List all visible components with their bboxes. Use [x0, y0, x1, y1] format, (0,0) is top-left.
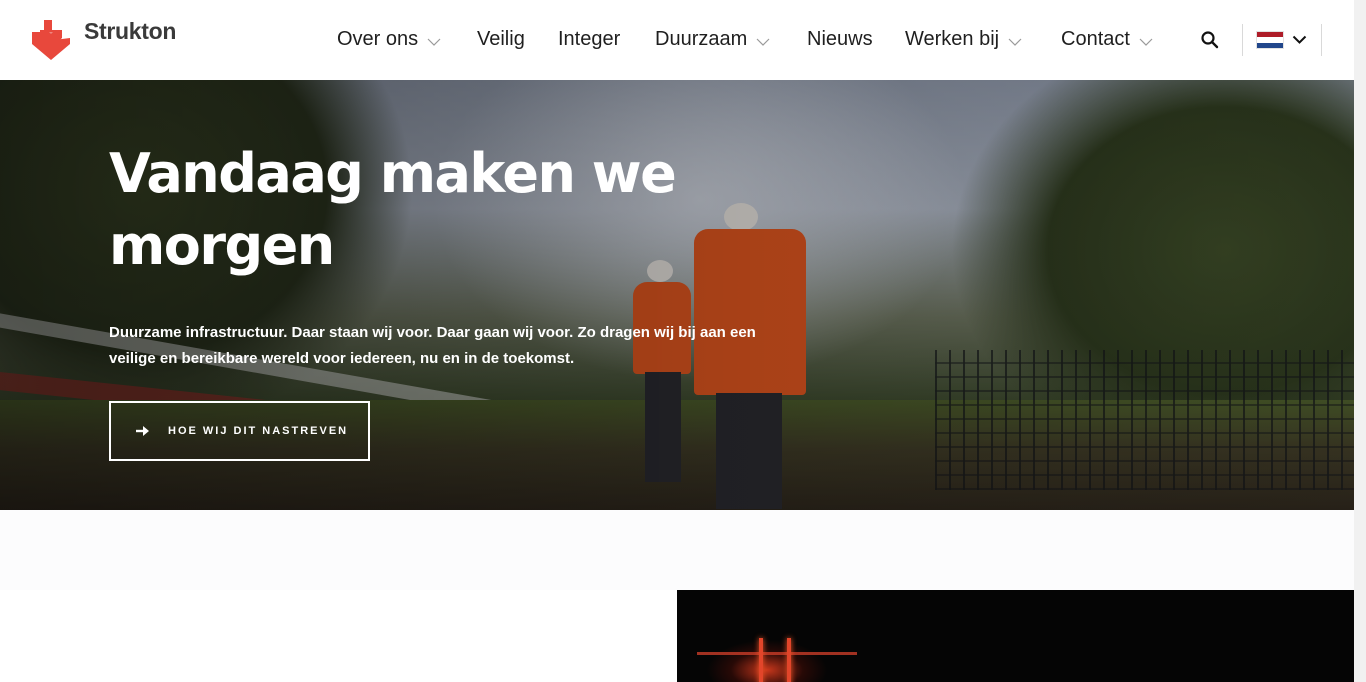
nav-item-veilig[interactable]: Veilig [477, 28, 525, 51]
nav-item-nieuws[interactable]: Nieuws [807, 28, 873, 51]
nav-item-label: Veilig [477, 28, 525, 50]
strukton-logo[interactable]: Strukton [30, 18, 176, 60]
image-structure [759, 638, 763, 682]
chevron-down-icon [427, 38, 441, 46]
hero-description: Duurzame infrastructuur. Daar staan wij … [109, 324, 756, 367]
search-button[interactable] [1200, 30, 1220, 50]
image-structure [697, 652, 857, 655]
nav-item-label: Integer [558, 28, 621, 50]
chevron-down-icon [756, 38, 770, 46]
chevron-down-icon [1292, 31, 1307, 49]
header-divider [1242, 24, 1243, 56]
nav-item-integer[interactable]: Integer [558, 28, 620, 51]
header-divider [1321, 24, 1322, 56]
strukton-logo-icon [32, 20, 70, 60]
chevron-down-icon [1139, 38, 1153, 46]
netherlands-flag-icon [1256, 31, 1284, 49]
nav-item-label: Over ons [337, 28, 419, 50]
chevron-down-icon [1008, 38, 1022, 46]
hero-title: Vandaag maken we morgen [109, 142, 677, 277]
nav-item-contact[interactable]: Contact [1061, 28, 1153, 51]
arrow-right-icon [136, 426, 149, 436]
nav-item-over-ons[interactable]: Over ons [337, 28, 441, 51]
hoe-wij-dit-nastreven-button[interactable]: HOE WIJ DIT NASTREVEN [109, 401, 370, 461]
brand-name: Strukton [84, 18, 177, 44]
content-image [677, 590, 1354, 682]
search-icon [1201, 31, 1219, 49]
site-header: Strukton Over ons Veilig Integer Duurzaa… [0, 0, 1354, 80]
nav-item-werken-bij[interactable]: Werken bij [905, 28, 1022, 51]
image-glow [707, 630, 827, 682]
button-label: HOE WIJ DIT NASTREVEN [168, 425, 349, 437]
language-selector[interactable] [1256, 31, 1307, 49]
nav-item-label: Contact [1061, 28, 1130, 50]
nav-item-label: Nieuws [807, 28, 873, 50]
nav-item-label: Werken bij [905, 28, 1000, 50]
nav-item-label: Duurzaam [655, 28, 748, 50]
content-panel [0, 590, 677, 682]
page-scrollbar[interactable] [1354, 0, 1366, 682]
image-structure [787, 638, 791, 682]
nav-item-duurzaam[interactable]: Duurzaam [655, 28, 770, 51]
